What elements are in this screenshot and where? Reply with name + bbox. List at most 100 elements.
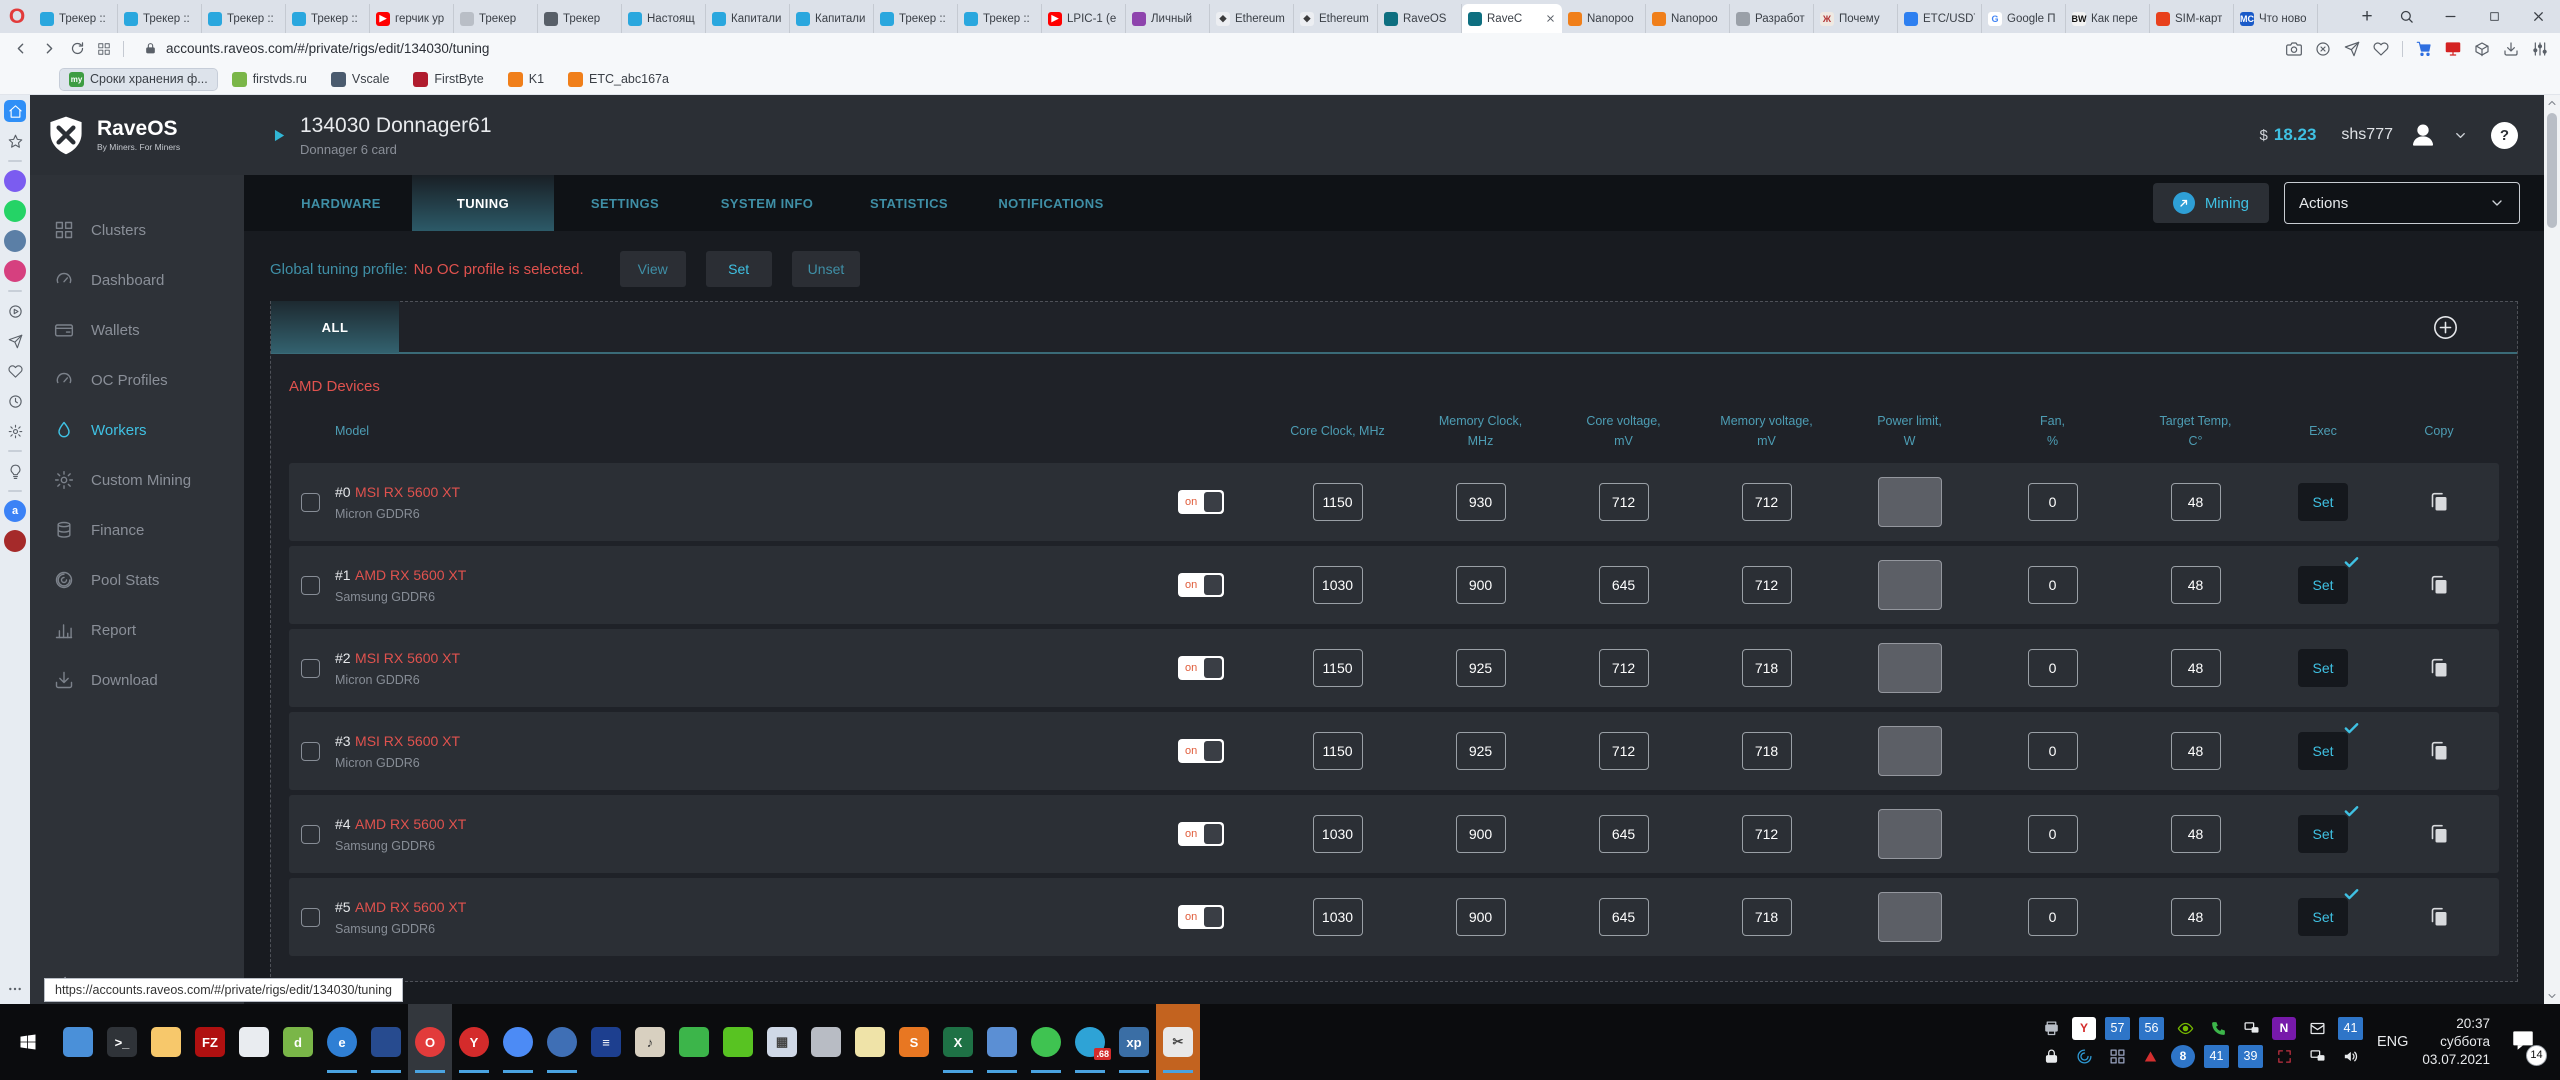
core-voltage-input[interactable]: 712 — [1599, 732, 1649, 770]
tab-system-info[interactable]: SYSTEM INFO — [696, 175, 838, 231]
yandex-tray-icon[interactable]: Y — [2072, 1017, 2096, 1040]
bookmark-heart-icon[interactable] — [2373, 41, 2389, 57]
core-voltage-input[interactable]: 712 — [1599, 483, 1649, 521]
tab-tuning[interactable]: TUNING — [412, 175, 554, 231]
memory-clock-input[interactable]: 925 — [1456, 732, 1506, 770]
sphere-app-button[interactable] — [56, 1004, 100, 1080]
xp-app-button[interactable]: xp — [1112, 1004, 1156, 1080]
row-checkbox[interactable] — [301, 493, 320, 512]
close-button[interactable] — [2516, 0, 2560, 33]
browser-tab[interactable]: ▶LPIC-1 (e — [1042, 4, 1126, 33]
set-button[interactable]: Set — [706, 251, 772, 287]
filezilla-app-button[interactable]: FZ — [188, 1004, 232, 1080]
core-clock-input[interactable]: 1150 — [1313, 732, 1363, 770]
browser-tab[interactable]: Трекер :: — [202, 4, 286, 33]
volume-tray-icon[interactable] — [2338, 1045, 2362, 1068]
instagram-icon[interactable] — [4, 260, 26, 282]
browser-tab[interactable]: ◆Ethereum — [1210, 4, 1294, 33]
vk-icon[interactable] — [4, 230, 26, 252]
row-checkbox[interactable] — [301, 908, 320, 927]
clock[interactable]: 20:37 суббота 03.07.2021 — [2422, 1015, 2490, 1070]
row-set-button[interactable]: Set — [2298, 649, 2348, 687]
snip-app-button[interactable]: ✂ — [1156, 1004, 1200, 1080]
enabled-toggle[interactable]: on — [1178, 822, 1224, 846]
file-app-button[interactable] — [848, 1004, 892, 1080]
row-copy-button[interactable] — [2379, 490, 2499, 514]
browser-tab[interactable]: Настоящ — [622, 4, 706, 33]
notification-center-button[interactable]: 14 — [2510, 1027, 2536, 1058]
memory-clock-input[interactable]: 900 — [1456, 898, 1506, 936]
counter-badge-57[interactable]: 57 — [2105, 1017, 2130, 1040]
power-limit-input[interactable] — [1878, 477, 1942, 527]
counter-badge-39[interactable]: 39 — [2238, 1045, 2263, 1068]
memory-clock-input[interactable]: 925 — [1456, 649, 1506, 687]
enabled-toggle[interactable]: on — [1178, 573, 1224, 597]
row-set-button[interactable]: Set — [2298, 566, 2348, 604]
fan-input[interactable]: 0 — [2028, 732, 2078, 770]
core-voltage-input[interactable]: 645 — [1599, 815, 1649, 853]
circle8-tray-icon[interactable]: 8 — [2171, 1045, 2195, 1068]
start-button[interactable] — [0, 1004, 56, 1080]
shopping-cart-icon[interactable] — [2416, 41, 2432, 57]
browser-tab[interactable]: RaveOS — [1378, 4, 1462, 33]
fan-input[interactable]: 0 — [2028, 483, 2078, 521]
avatar-icon[interactable] — [2410, 122, 2436, 148]
camera-icon[interactable] — [2286, 41, 2302, 57]
memory-clock-input[interactable]: 900 — [1456, 566, 1506, 604]
row-copy-button[interactable] — [2379, 573, 2499, 597]
memory-voltage-input[interactable]: 712 — [1742, 815, 1792, 853]
my-flow-icon[interactable] — [2344, 41, 2360, 57]
unset-button[interactable]: Unset — [792, 251, 861, 287]
username[interactable]: shs777 — [2341, 126, 2393, 144]
browser-tab[interactable]: ▶герчик ур — [370, 4, 454, 33]
browser-tab[interactable]: ◆Ethereum — [1294, 4, 1378, 33]
adblock-icon[interactable] — [2315, 41, 2331, 57]
mouse-app-button[interactable] — [804, 1004, 848, 1080]
sidebar-item-finance[interactable]: Finance — [30, 505, 244, 555]
browser-tab[interactable]: RaveC — [1462, 4, 1562, 33]
sidebar-item-dashboard[interactable]: Dashboard — [30, 255, 244, 305]
core-voltage-input[interactable]: 645 — [1599, 566, 1649, 604]
calc-app-button[interactable]: ▦ — [760, 1004, 804, 1080]
memory-voltage-input[interactable]: 712 — [1742, 566, 1792, 604]
counter-badge-56[interactable]: 56 — [2139, 1017, 2164, 1040]
triangle-tray-icon[interactable] — [2138, 1045, 2162, 1068]
history-clock-icon[interactable] — [4, 390, 26, 412]
browser-tab[interactable]: Разработ — [1730, 4, 1814, 33]
browser-tab[interactable]: SIM-карт — [2150, 4, 2234, 33]
browser-tab[interactable]: Капитали — [706, 4, 790, 33]
swirl-tray-icon[interactable] — [2072, 1045, 2096, 1068]
onenote-tray-icon[interactable]: N — [2272, 1017, 2296, 1040]
bookmark-item[interactable]: K1 — [499, 69, 553, 90]
add-group-button[interactable] — [2432, 314, 2459, 341]
core-clock-input[interactable]: 1030 — [1313, 898, 1363, 936]
forward-icon[interactable] — [41, 40, 58, 57]
screen-share-icon[interactable] — [2445, 41, 2461, 57]
target-temp-input[interactable]: 48 — [2171, 732, 2221, 770]
browser-tab[interactable]: Трекер — [538, 4, 622, 33]
back-icon[interactable] — [12, 40, 29, 57]
browser-tab[interactable]: ETC/USDT — [1898, 4, 1982, 33]
bookmark-item[interactable]: firstvds.ru — [223, 69, 316, 90]
capture-tray-icon[interactable] — [2272, 1045, 2296, 1068]
openoffice-app-button[interactable]: d — [276, 1004, 320, 1080]
nvidia-tray-icon[interactable] — [2173, 1017, 2197, 1040]
sidebar-item-wallets[interactable]: Wallets — [30, 305, 244, 355]
maximize-button[interactable] — [2472, 0, 2516, 33]
row-set-button[interactable]: Set — [2298, 483, 2348, 521]
tab-notifications[interactable]: NOTIFICATIONS — [980, 175, 1122, 231]
speed-dial-home-icon[interactable] — [4, 100, 26, 122]
page-scrollbar[interactable] — [2544, 95, 2560, 1004]
browser-tab[interactable]: Трекер :: — [118, 4, 202, 33]
counter-badge-41a[interactable]: 41 — [2338, 1017, 2363, 1040]
tips-bulb-icon[interactable] — [4, 460, 26, 482]
sidebar-item-report[interactable]: Report — [30, 605, 244, 655]
browser-tab[interactable]: Личный — [1126, 4, 1210, 33]
lock-tray-icon[interactable] — [2039, 1045, 2063, 1068]
display-tray-icon[interactable] — [2239, 1017, 2263, 1040]
user-menu-chevron-icon[interactable] — [2453, 128, 2468, 143]
bookmark-item[interactable]: Vscale — [322, 69, 399, 90]
row-set-button[interactable]: Set — [2298, 898, 2348, 936]
enabled-toggle[interactable]: on — [1178, 905, 1224, 929]
quill-app-button[interactable] — [364, 1004, 408, 1080]
